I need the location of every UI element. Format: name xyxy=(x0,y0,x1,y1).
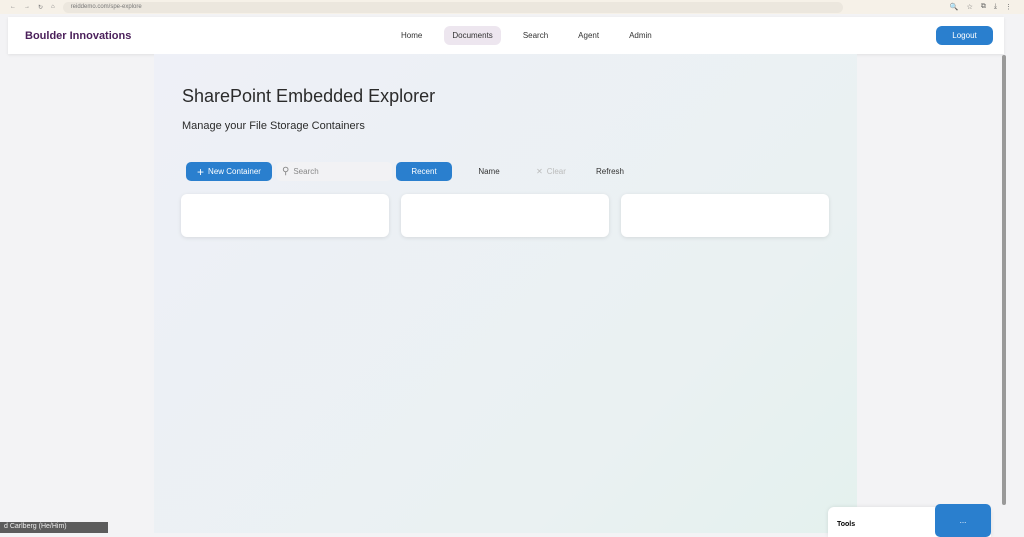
nav-documents[interactable]: Documents xyxy=(444,26,501,45)
nav-search[interactable]: Search xyxy=(515,26,556,45)
nav-home[interactable]: Home xyxy=(393,26,430,45)
menu-icon[interactable]: ⋮ xyxy=(1005,3,1012,11)
page-title: SharePoint Embedded Explorer xyxy=(182,86,436,106)
zoom-icon[interactable]: 🔍 xyxy=(950,3,959,11)
forward-icon[interactable]: → xyxy=(24,4,30,10)
main-content: SharePoint Embedded Explorer Manage your… xyxy=(154,54,857,533)
brand-logo[interactable]: Boulder Innovations xyxy=(25,30,131,42)
close-icon: ✕ xyxy=(536,167,543,176)
app-header: Boulder Innovations Home Documents Searc… xyxy=(8,17,1004,54)
recent-sort-button[interactable]: Recent xyxy=(396,162,452,181)
browser-toolbar: ← → ↻ ⌂ reiddemo.com/spe-explore 🔍 ☆ ⧉ ⤓ ⋮ xyxy=(0,0,1024,14)
search-icon: ⚲ xyxy=(282,166,290,177)
container-list xyxy=(181,194,829,237)
container-card[interactable] xyxy=(621,194,829,237)
page-subtitle: Manage your File Storage Containers xyxy=(182,120,365,132)
toolbar: + New Container ⚲ Search Recent Name ✕ Clea… xyxy=(186,162,640,181)
home-icon[interactable]: ⌂ xyxy=(51,4,55,10)
reload-icon[interactable]: ↻ xyxy=(38,4,43,11)
search-input[interactable]: ⚲ Search xyxy=(276,162,392,181)
new-container-button[interactable]: + New Container xyxy=(186,162,272,181)
container-card[interactable] xyxy=(401,194,609,237)
extensions-icon[interactable]: ⧉ xyxy=(981,3,986,11)
participant-caption: d Carlberg (He/Him) xyxy=(0,522,108,533)
tools-more-button[interactable]: ... xyxy=(935,504,991,537)
back-icon[interactable]: ← xyxy=(10,4,16,10)
name-sort-button[interactable]: Name xyxy=(456,162,522,181)
clear-button[interactable]: ✕ Clear xyxy=(526,162,576,181)
address-bar[interactable]: reiddemo.com/spe-explore xyxy=(62,1,843,13)
plus-icon: + xyxy=(197,164,205,179)
logout-button[interactable]: Logout xyxy=(936,26,993,45)
container-card[interactable] xyxy=(181,194,389,237)
star-icon[interactable]: ☆ xyxy=(967,3,973,11)
main-nav: Home Documents Search Agent Admin xyxy=(393,26,674,45)
download-icon[interactable]: ⤓ xyxy=(994,3,997,11)
tools-label: Tools xyxy=(837,521,856,528)
scrollbar[interactable] xyxy=(1002,55,1006,505)
nav-admin[interactable]: Admin xyxy=(621,26,660,45)
refresh-button[interactable]: Refresh xyxy=(580,162,640,181)
nav-agent[interactable]: Agent xyxy=(570,26,607,45)
